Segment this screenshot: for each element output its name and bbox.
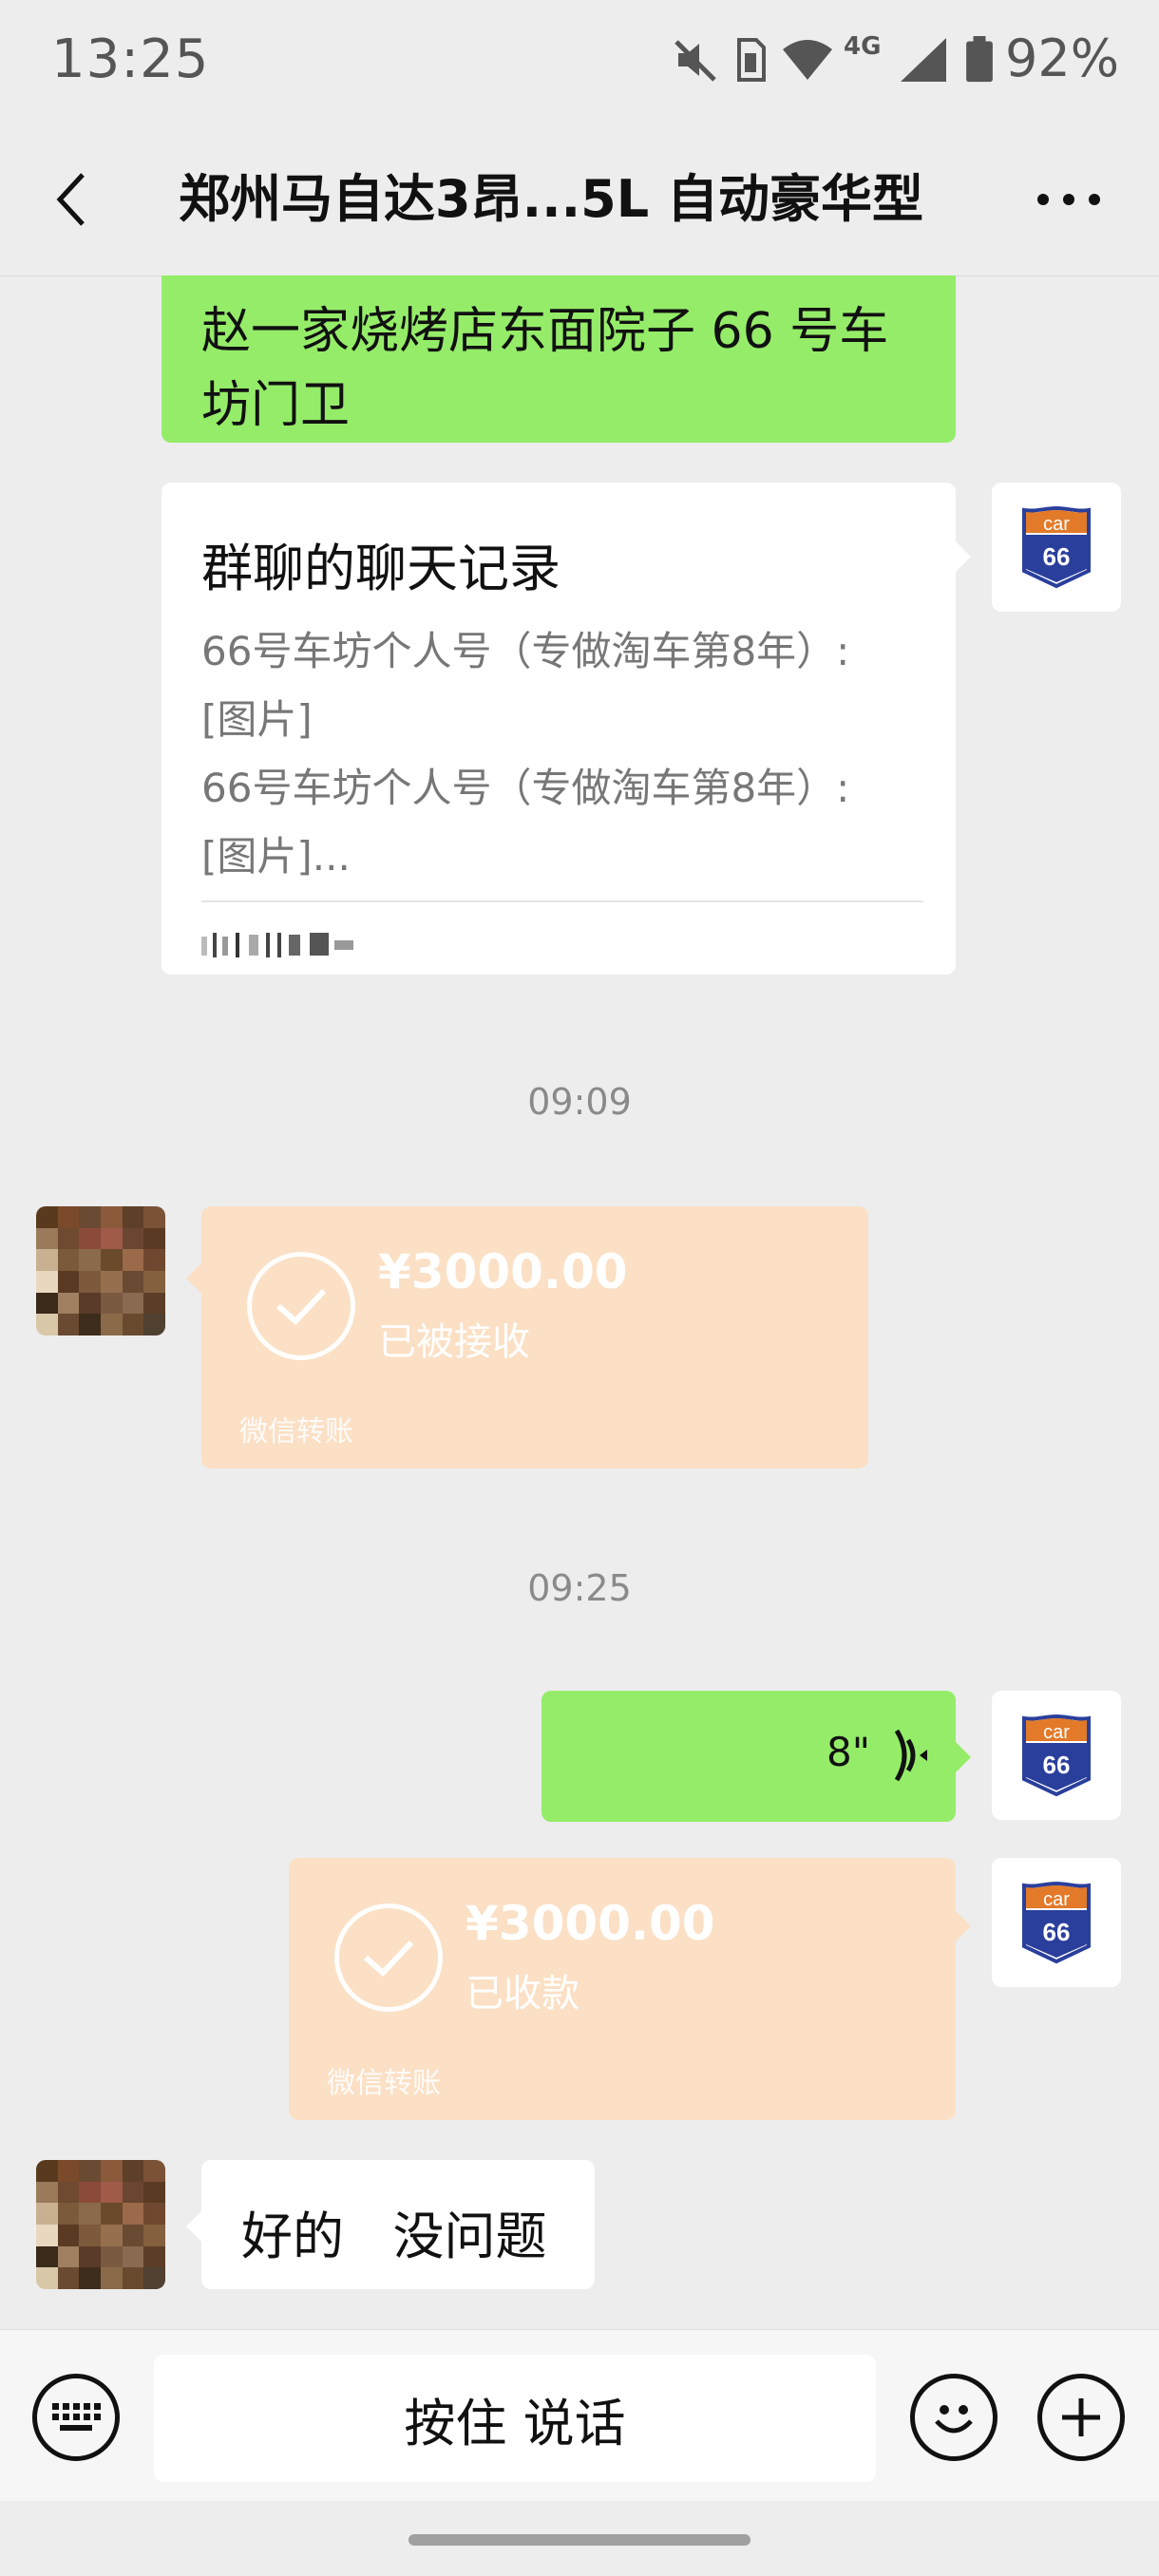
message-text: 赵一家烧烤店东面院子 66 号车坊门卫 [201, 303, 889, 434]
status-time: 13:25 [51, 28, 210, 90]
transfer-amount: ¥3000.00 [378, 1244, 628, 1299]
chat-header: 郑州马自达3昂...5L 自动豪华型 [0, 123, 1159, 276]
transfer-status: 已收款 [466, 1972, 580, 2016]
bubble-tail [186, 1263, 201, 1294]
home-indicator[interactable] [408, 2534, 750, 2546]
svg-text:car: car [1043, 514, 1070, 535]
bubble-tail [956, 541, 971, 572]
chat-record-line: 66号车坊个人号（专做淘车第8年）: [201, 765, 850, 811]
avatar-66-car[interactable]: car 66 [992, 1858, 1121, 1987]
transfer-status: 已被接收 [378, 1320, 530, 1364]
transfer-card-received[interactable]: ¥3000.00 已被接收 微信转账 [201, 1206, 868, 1468]
svg-text:66: 66 [1043, 542, 1071, 571]
svg-text:66: 66 [1043, 1918, 1071, 1946]
transfer-amount: ¥3000.00 [466, 1896, 715, 1951]
message-bubble-outgoing[interactable]: 赵一家烧烤店东面院子 66 号车坊门卫 [162, 275, 956, 443]
transfer-footer: 微信转账 [239, 1415, 353, 1449]
chat-title: 郑州马自达3昂...5L 自动豪华型 [179, 169, 923, 229]
emoji-button[interactable] [910, 2374, 998, 2461]
avatar-66-car[interactable]: car 66 [992, 1691, 1121, 1820]
voice-message[interactable]: 8" [542, 1691, 956, 1822]
message-bubble-incoming[interactable]: 好的 没问题 [201, 2160, 595, 2289]
mute-icon [674, 40, 716, 82]
bubble-tail [186, 2211, 201, 2242]
transfer-card-collected[interactable]: ¥3000.00 已收款 微信转账 [289, 1858, 956, 2120]
chat-area[interactable]: 赵一家烧烤店东面院子 66 号车坊门卫 群聊的聊天记录 66号车坊个人号（专做淘… [0, 275, 1159, 2327]
emoji-icon [935, 2405, 973, 2434]
keyboard-toggle-button[interactable] [32, 2374, 120, 2461]
status-bar: 13:25 4G 92% [0, 0, 1159, 123]
bubble-tail [956, 1742, 971, 1772]
shield-66-logo: car 66 [1022, 505, 1091, 589]
chat-record-line: [图片]... [201, 833, 351, 880]
chat-record-line: 66号车坊个人号（专做淘车第8年）: [201, 628, 850, 674]
message-text: 好的 没问题 [241, 2207, 547, 2266]
network-type: 4G [844, 32, 882, 61]
svg-text:car: car [1043, 1889, 1070, 1910]
bubble-tail [956, 1911, 971, 1941]
divider [201, 900, 923, 902]
sim-icon [737, 38, 766, 82]
back-button[interactable] [38, 161, 104, 237]
chevron-left-icon [56, 173, 85, 226]
more-button[interactable] [1026, 161, 1112, 237]
chat-record-card[interactable]: 群聊的聊天记录 66号车坊个人号（专做淘车第8年）: [图片] 66号车坊个人号… [162, 483, 956, 975]
more-dots-icon [1037, 194, 1100, 205]
keyboard-icon [52, 2403, 101, 2431]
chat-record-preview: 66号车坊个人号（专做淘车第8年）: [图片] 66号车坊个人号（专做淘车第8年… [201, 617, 923, 891]
shield-66-logo: car 66 [1022, 1881, 1091, 1964]
avatar-66-car[interactable]: car 66 [992, 483, 1121, 612]
shield-66-logo: car 66 [1022, 1714, 1091, 1797]
signal-icon [901, 38, 946, 82]
plus-icon [1062, 2398, 1100, 2436]
transfer-footer: 微信转账 [327, 2067, 441, 2100]
check-circle-icon [247, 1252, 355, 1360]
plus-button[interactable] [1037, 2374, 1125, 2461]
svg-text:66: 66 [1043, 1751, 1071, 1779]
wifi-icon [783, 40, 832, 80]
avatar-incoming[interactable] [36, 2160, 165, 2289]
blurred-source-label [201, 933, 353, 957]
hold-to-talk-button[interactable]: 按住 说话 [154, 2355, 876, 2482]
voice-wave-icon [894, 1729, 927, 1782]
battery-icon [966, 36, 993, 83]
timestamp: 09:25 [527, 1567, 632, 1609]
chat-record-line: [图片] [201, 696, 313, 743]
check-circle-icon [334, 1904, 443, 2012]
chat-record-title: 群聊的聊天记录 [201, 539, 560, 598]
timestamp: 09:09 [527, 1081, 632, 1123]
avatar-incoming[interactable] [36, 1206, 165, 1335]
battery-percent: 92% [1005, 28, 1120, 88]
input-bar: 按住 说话 [0, 2329, 1159, 2501]
voice-duration: 8" [826, 1729, 871, 1775]
svg-text:car: car [1043, 1722, 1070, 1743]
